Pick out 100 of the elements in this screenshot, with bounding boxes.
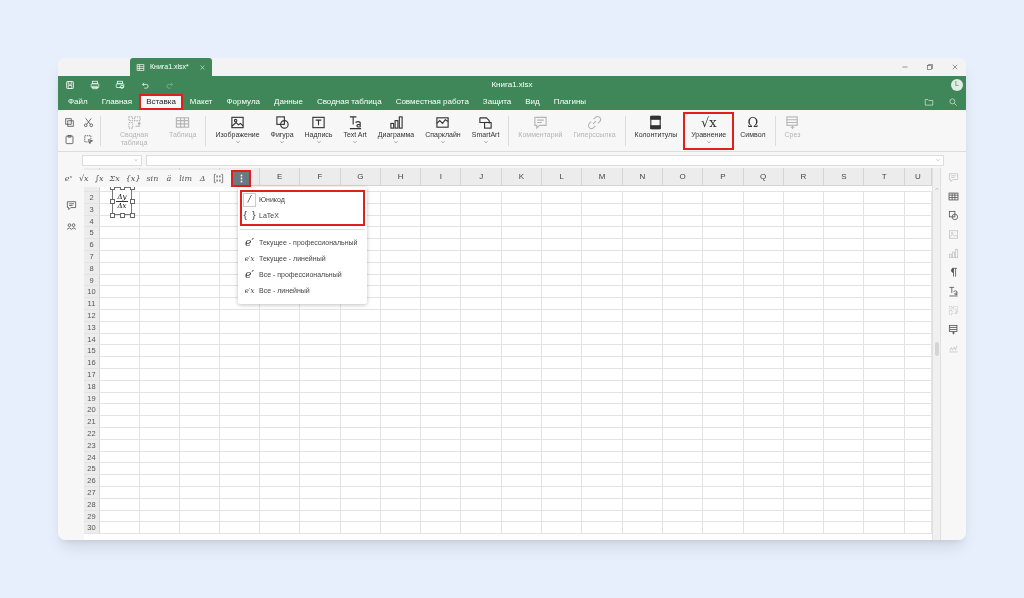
equation-tool[interactable]: sin [144, 172, 161, 185]
comment-button[interactable] [65, 200, 77, 211]
resize-handle[interactable] [130, 199, 135, 204]
scissors-button[interactable] [83, 116, 94, 128]
scissors-icon [83, 116, 94, 128]
link-icon [587, 114, 602, 130]
restore-button[interactable] [926, 63, 934, 71]
sheet-icon [136, 62, 145, 72]
column-header[interactable]: Q [743, 168, 784, 185]
sparkline-icon [435, 114, 451, 130]
caret-icon [705, 138, 712, 145]
scroll-thumb[interactable] [934, 342, 939, 356]
equation-tool[interactable]: √x [77, 172, 91, 185]
text-box-icon [311, 114, 326, 130]
minimize-icon [901, 63, 909, 71]
diagram-icon [478, 114, 494, 130]
clipboard-button[interactable] [64, 133, 75, 145]
printer-button[interactable] [115, 79, 125, 90]
comment-icon [948, 172, 959, 183]
menu-tab[interactable]: Вид [518, 93, 547, 110]
equation-tool[interactable]: Σx [107, 172, 122, 185]
equation-tool[interactable]: lim [177, 172, 194, 185]
column-header[interactable]: T [864, 168, 905, 185]
copy-button[interactable] [64, 116, 75, 128]
more-button[interactable] [231, 170, 251, 187]
column-header[interactable]: R [783, 168, 825, 185]
equation-tool[interactable]: ä [162, 172, 176, 185]
cursor-icon [83, 133, 94, 145]
printer-icon [90, 79, 100, 90]
equation-tool[interactable]: ∫x [92, 172, 106, 185]
text-art-icon [948, 286, 959, 297]
caret-icon [315, 138, 322, 145]
close-button[interactable] [951, 63, 959, 71]
column-header[interactable]: L [542, 168, 583, 185]
bar-chart-icon [388, 114, 404, 130]
matrix-button[interactable] [211, 173, 226, 184]
shapes-icon [274, 114, 290, 130]
more-icon [239, 174, 243, 183]
text-art-button[interactable] [948, 286, 959, 297]
column-header[interactable]: M [582, 168, 623, 185]
menu-tab[interactable]: Плагины [546, 93, 594, 110]
equation-tool[interactable]: Δ [196, 172, 209, 185]
column-header[interactable]: N [622, 168, 663, 185]
folder-button[interactable] [924, 96, 934, 107]
paragraph-icon [948, 267, 959, 278]
menu-tab[interactable]: Формула [219, 93, 267, 110]
column-header[interactable]: O [662, 168, 704, 185]
close-icon [951, 63, 959, 71]
paragraph-button[interactable] [948, 267, 959, 278]
menu-tab[interactable]: Файл [61, 93, 95, 110]
formula-input[interactable] [146, 154, 944, 166]
column-header[interactable]: J [461, 168, 502, 185]
table-icon [948, 191, 959, 202]
caret-icon [393, 138, 399, 145]
close-icon[interactable] [199, 63, 206, 71]
redo-icon [165, 79, 175, 90]
people-icon [65, 221, 77, 232]
copy-icon [64, 116, 75, 128]
column-header[interactable]: H [380, 168, 422, 185]
cursor-button[interactable] [83, 133, 94, 145]
text-art-icon [347, 114, 363, 130]
column-header[interactable]: F [300, 168, 341, 185]
equation-tool[interactable]: {x} [123, 172, 143, 185]
restore-icon [926, 63, 934, 71]
save-button[interactable] [65, 79, 75, 90]
signature-icon [948, 343, 959, 354]
column-header[interactable]: K [501, 168, 543, 185]
caret-icon [133, 157, 139, 163]
comment-icon [532, 114, 548, 130]
slicer-icon [948, 324, 959, 335]
printer-icon [115, 79, 125, 90]
column-header[interactable]: S [824, 168, 865, 185]
matrix-icon [213, 173, 224, 184]
search-button[interactable] [948, 96, 958, 107]
image-icon [230, 114, 245, 130]
caret-icon [234, 138, 241, 145]
people-button[interactable] [65, 221, 77, 232]
column-header[interactable]: E [260, 168, 301, 185]
caret-icon [935, 157, 941, 163]
column-header[interactable]: P [703, 168, 744, 185]
resize-handle[interactable] [110, 199, 115, 204]
menu-tab[interactable]: Совместная работа [388, 93, 476, 110]
shapes-button[interactable] [948, 210, 959, 221]
table-button[interactable] [948, 191, 959, 202]
column-header[interactable]: G [340, 168, 381, 185]
equation-tool[interactable]: eˣ [62, 172, 75, 185]
menu-tab[interactable]: Макет [182, 93, 220, 110]
search-icon [948, 96, 958, 107]
caret-icon [352, 138, 359, 145]
caret-icon [439, 138, 446, 145]
menu-tab[interactable]: Главная [94, 93, 140, 110]
slicer-button[interactable] [948, 324, 959, 335]
menu-tab[interactable]: Вставка [139, 93, 183, 110]
printer-button[interactable] [90, 79, 100, 90]
menu-tab[interactable]: Защита [475, 93, 519, 110]
undo-button[interactable] [140, 79, 150, 90]
slicer-icon [784, 114, 800, 130]
column-header[interactable]: I [421, 168, 462, 185]
menu-tab[interactable]: Данные [267, 93, 310, 110]
menu-tab[interactable]: Сводная таблица [309, 93, 389, 110]
